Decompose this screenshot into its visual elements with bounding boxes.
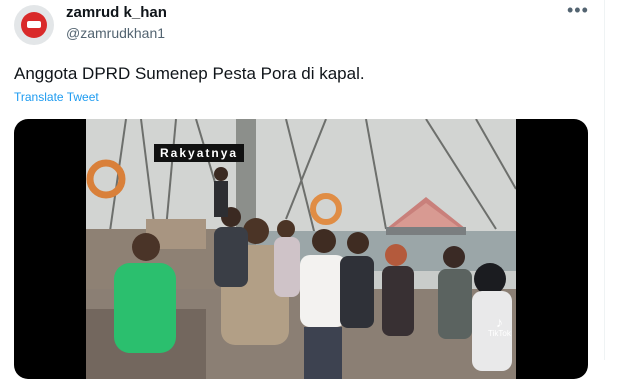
translate-tweet-link[interactable]: Translate Tweet [14, 90, 99, 104]
video-caption: Rakyatnya [154, 144, 245, 162]
column-divider [604, 0, 605, 360]
video-frame[interactable]: Rakyatnya ♪ TikTok [86, 119, 516, 379]
display-name[interactable]: zamrud k_han [66, 4, 167, 21]
more-horizontal-icon[interactable]: ••• [567, 0, 589, 21]
tweet-text: Anggota DPRD Sumenep Pesta Pora di kapal… [14, 64, 365, 83]
tweet-avatar[interactable] [14, 5, 54, 45]
tiktok-watermark-text: TikTok [488, 329, 511, 338]
user-handle[interactable]: @zamrudkhan1 [66, 25, 165, 41]
tiktok-logo-icon: ♪ [495, 314, 503, 330]
video-scene [86, 119, 516, 379]
tiktok-watermark: ♪ TikTok [488, 315, 511, 338]
tweet-media-video[interactable]: Rakyatnya ♪ TikTok [14, 119, 588, 379]
